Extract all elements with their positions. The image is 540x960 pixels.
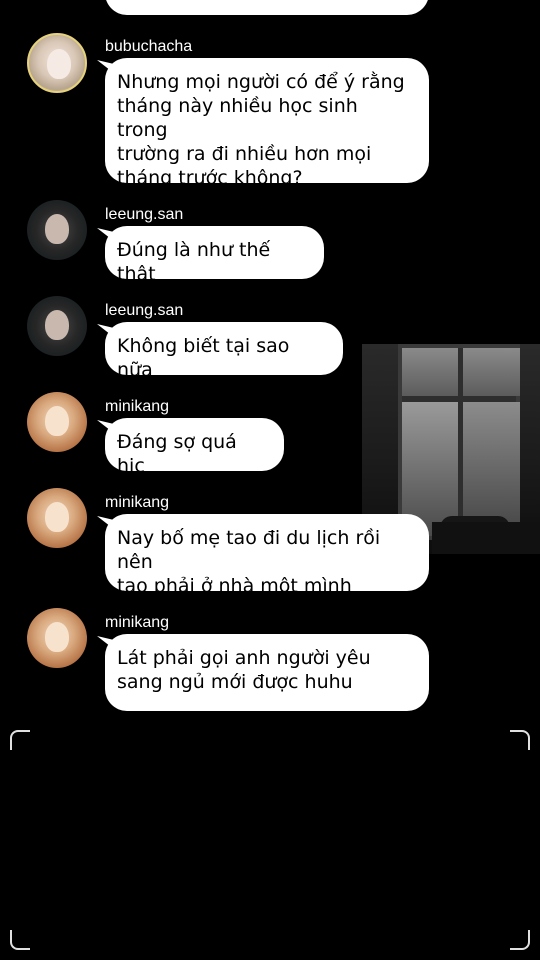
avatar[interactable]: [27, 392, 87, 452]
message-line: tháng trước không?: [117, 167, 303, 189]
message-bubble[interactable]: Đáng sợ quá hic: [105, 418, 284, 477]
message-line: sang ngủ mới được huhu: [117, 671, 353, 693]
table-silhouette: [432, 522, 540, 554]
message-line: tao phải ở nhà một mình: [117, 575, 352, 597]
message-username[interactable]: minikang: [105, 493, 169, 513]
message-bubble[interactable]: Nhưng mọi người có để ý rằng tháng này n…: [105, 58, 429, 189]
message-line: trường ra đi nhiều hơn mọi: [117, 143, 372, 165]
message-line: Đúng là như thế thật: [117, 239, 271, 285]
message-line: Đáng sợ quá hic: [117, 431, 237, 477]
message-bubble[interactable]: Lát phải gọi anh người yêu sang ngủ mới …: [105, 634, 429, 711]
message-bubble[interactable]: Không biết tại sao nữa: [105, 322, 343, 381]
frame-corner-top-right: [510, 730, 530, 750]
message-bubble[interactable]: Nay bố mẹ tao đi du lịch rồi nên tao phả…: [105, 514, 429, 597]
message-username[interactable]: leeung.san: [105, 205, 183, 225]
message-line: Lát phải gọi anh người yêu: [117, 647, 371, 669]
avatar[interactable]: [27, 488, 87, 548]
avatar[interactable]: [27, 296, 87, 356]
frame-corner-bottom-right: [510, 930, 530, 950]
avatar[interactable]: [27, 33, 87, 93]
message-username[interactable]: minikang: [105, 613, 169, 633]
frame-corner-bottom-left: [10, 930, 30, 950]
message-bubble[interactable]: Đúng là như thế thật: [105, 226, 324, 285]
message-line: Nhưng mọi người có để ý rằng: [117, 71, 405, 93]
avatar[interactable]: [27, 608, 87, 668]
message-username[interactable]: leeung.san: [105, 301, 183, 321]
message-line: Nay bố mẹ tao đi du lịch rồi nên: [117, 527, 381, 573]
message-line: tháng này nhiều học sinh trong: [117, 95, 358, 141]
message-username[interactable]: bubuchacha: [105, 37, 192, 57]
previous-message-bubble: [105, 0, 429, 15]
avatar[interactable]: [27, 200, 87, 260]
message-username[interactable]: minikang: [105, 397, 169, 417]
message-line: Không biết tại sao nữa: [117, 335, 290, 381]
frame-corner-top-left: [10, 730, 30, 750]
window-frame: [398, 344, 520, 540]
